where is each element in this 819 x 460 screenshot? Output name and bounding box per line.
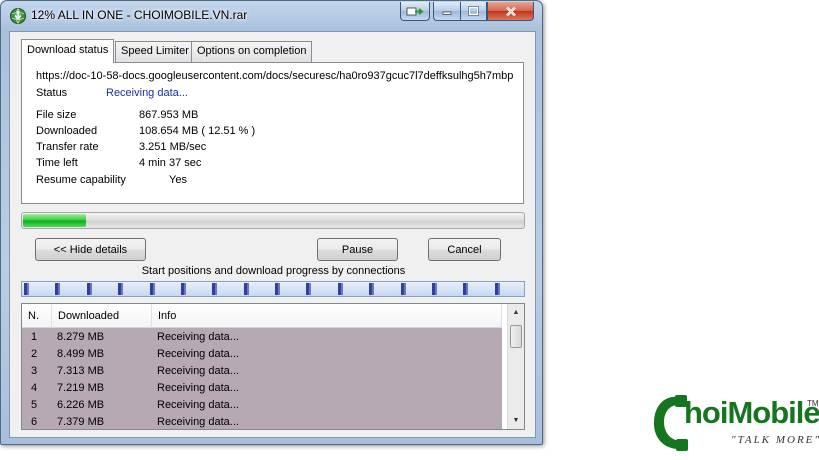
logo-slogan: "TALK MORE" — [731, 434, 819, 446]
connection-progress-marker — [278, 283, 280, 295]
close-button[interactable] — [487, 2, 534, 21]
progress-fill — [23, 214, 86, 227]
close-icon — [505, 6, 516, 16]
transfer-rate-label: Transfer rate — [36, 141, 99, 153]
cell-n: 5 — [31, 399, 38, 411]
connection-progress-marker — [153, 283, 155, 295]
tab-download-status[interactable]: Download status — [21, 39, 115, 63]
cell-n: 4 — [31, 382, 38, 394]
cell-downloaded: 8.279 MB — [57, 331, 105, 343]
cell-n: 2 — [31, 348, 38, 360]
scroll-down-arrow-icon[interactable]: ▼ — [508, 412, 524, 429]
list-scrollbar[interactable]: ▲ ▼ — [507, 304, 524, 429]
cell-n: 3 — [31, 365, 38, 377]
time-left-value: 4 min 37 sec — [139, 157, 202, 169]
column-header-downloaded[interactable]: Downloaded — [52, 304, 152, 328]
connection-progress-marker — [90, 283, 92, 295]
download-progress-bar — [21, 212, 525, 229]
transfer-rate-value: 3.251 MB/sec — [139, 141, 207, 153]
connection-progress-marker — [404, 283, 406, 295]
connection-progress-marker — [184, 283, 186, 295]
logo-wordmark: hoiMobile — [684, 395, 819, 430]
cell-downloaded: 7.313 MB — [57, 365, 105, 377]
cancel-button[interactable]: Cancel — [428, 238, 501, 261]
downloaded-label: Downloaded — [36, 125, 98, 137]
downloaded-value: 108.654 MB ( 12.51 % ) — [139, 125, 256, 137]
client-area: Download status Speed Limiter Options on… — [9, 31, 536, 438]
resume-capability-label: Resume capability — [36, 174, 126, 186]
download-window: 12% ALL IN ONE - CHOIMOBILE.VN.rar Downl… — [0, 0, 543, 445]
title-bar[interactable]: 12% ALL IN ONE - CHOIMOBILE.VN.rar — [1, 1, 542, 31]
cell-info: Receiving data... — [157, 348, 239, 360]
cell-info: Receiving data... — [157, 331, 239, 343]
connection-progress-marker — [466, 283, 468, 295]
download-url: https://doc-10-58-docs.googleusercontent… — [36, 70, 514, 82]
connections-caption: Start positions and download progress by… — [141, 265, 406, 277]
status-value: Receiving data... — [106, 87, 188, 99]
cell-downloaded: 7.219 MB — [57, 382, 105, 394]
cell-downloaded: 6.226 MB — [57, 399, 105, 411]
table-row[interactable]: 6 7.379 MB Receiving data... — [22, 414, 502, 429]
list-body: 1 8.279 MB Receiving data... 2 8.499 MB Recei… — [22, 328, 502, 429]
table-row[interactable]: 1 8.279 MB Receiving data... — [22, 329, 502, 346]
scroll-up-arrow-icon[interactable]: ▲ — [508, 304, 524, 321]
minimize-button[interactable] — [433, 2, 460, 21]
cell-downloaded: 8.499 MB — [57, 348, 105, 360]
green-arrow-icon — [406, 7, 424, 15]
hide-details-button[interactable]: << Hide details — [35, 238, 146, 261]
connection-progress-marker — [435, 283, 437, 295]
minimize-icon — [442, 11, 452, 15]
connections-list[interactable]: N. Downloaded Info 1 8.279 MB Receiving da… — [21, 303, 525, 430]
cell-n: 1 — [31, 331, 38, 343]
table-row[interactable]: 4 7.219 MB Receiving data... — [22, 380, 502, 397]
connection-progress-marker — [27, 283, 29, 295]
cell-info: Receiving data... — [157, 365, 239, 377]
connection-progress-marker — [247, 283, 249, 295]
status-label: Status — [36, 87, 68, 99]
logo-trademark: TM — [807, 399, 819, 408]
column-header-info[interactable]: Info — [152, 304, 502, 328]
table-row[interactable]: 3 7.313 MB Receiving data... — [22, 363, 502, 380]
connection-progress-marker — [58, 283, 60, 295]
connection-progress-marker — [341, 283, 343, 295]
tab-speed-limiter[interactable]: Speed Limiter — [115, 41, 195, 62]
column-header-n[interactable]: N. — [22, 304, 52, 328]
globe-download-icon — [10, 8, 26, 24]
time-left-label: Time left — [36, 157, 78, 169]
cell-info: Receiving data... — [157, 416, 239, 428]
maximize-icon — [468, 6, 479, 16]
maximize-button[interactable] — [460, 2, 487, 21]
connection-progress-marker — [309, 283, 311, 295]
phone-handset-logo-icon — [653, 395, 688, 451]
connection-progress-marker — [215, 283, 217, 295]
choimobile-logo: hoiMobile TM "TALK MORE" — [649, 393, 819, 455]
extra-window-button[interactable] — [400, 2, 430, 21]
resume-capability-value: Yes — [169, 174, 187, 186]
list-header: N. Downloaded Info — [22, 304, 502, 328]
table-row[interactable]: 2 8.499 MB Receiving data... — [22, 346, 502, 363]
cell-downloaded: 7.379 MB — [57, 416, 105, 428]
file-size-value: 867.953 MB — [139, 109, 199, 121]
cell-n: 6 — [31, 416, 38, 428]
cell-info: Receiving data... — [157, 399, 239, 411]
cell-info: Receiving data... — [157, 382, 239, 394]
connection-progress-marker — [372, 283, 374, 295]
connections-progress-bar — [21, 281, 525, 297]
download-status-panel: https://doc-10-58-docs.googleusercontent… — [21, 62, 524, 204]
file-size-label: File size — [36, 109, 77, 121]
table-row[interactable]: 5 6.226 MB Receiving data... — [22, 397, 502, 414]
connection-progress-marker — [498, 283, 500, 295]
pause-button[interactable]: Pause — [317, 238, 398, 261]
scroll-thumb[interactable] — [510, 325, 522, 348]
connection-progress-marker — [121, 283, 123, 295]
tab-options-on-completion[interactable]: Options on completion — [191, 41, 313, 62]
window-title: 12% ALL IN ONE - CHOIMOBILE.VN.rar — [31, 8, 248, 22]
